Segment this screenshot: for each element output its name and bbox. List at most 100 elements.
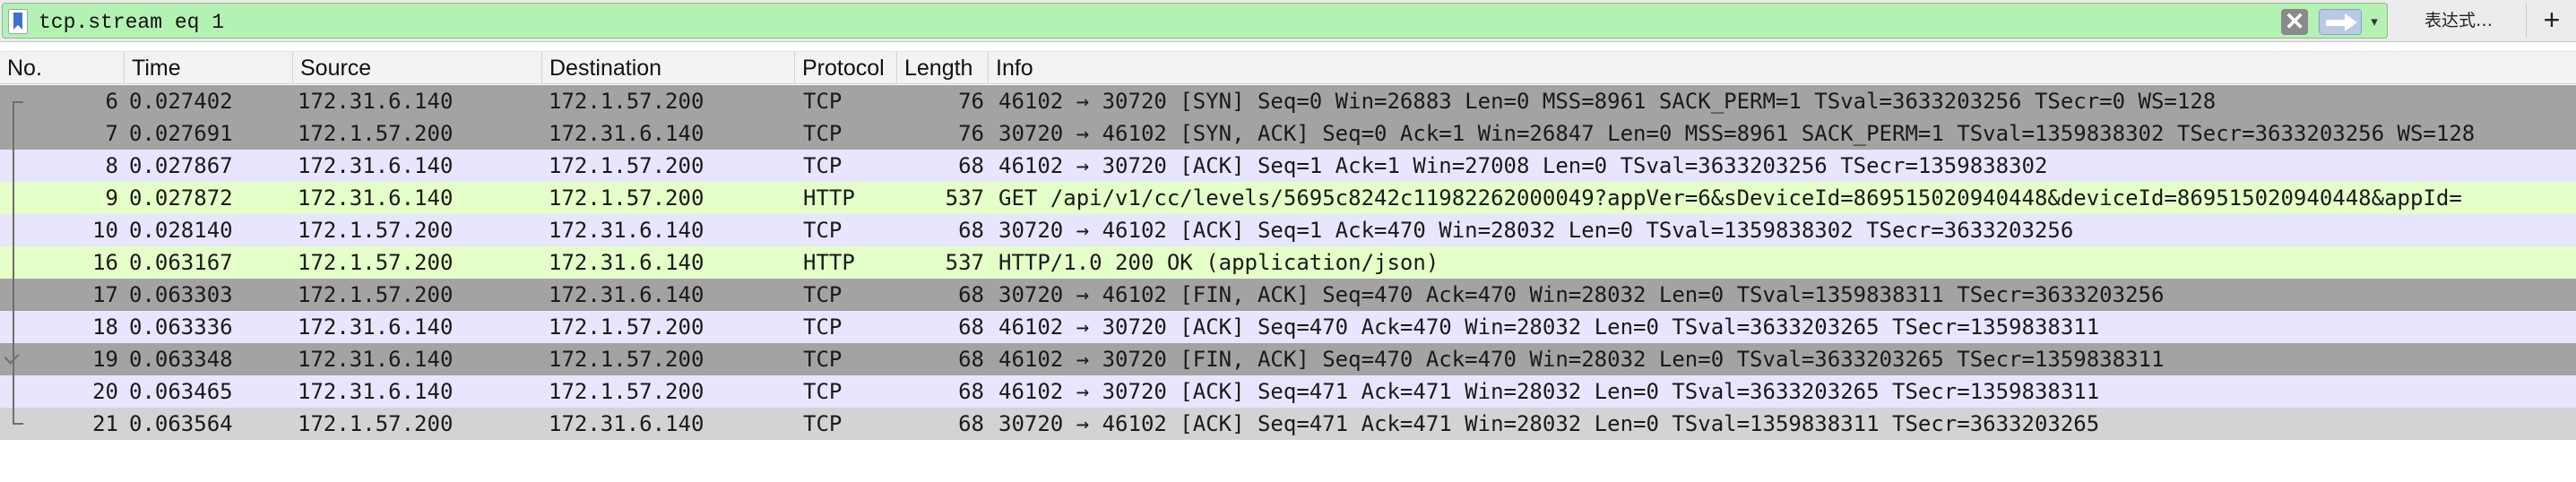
packet-time: 0.063336 — [129, 314, 233, 340]
packet-row[interactable]: 7 0.027691 172.1.57.200 172.31.6.140 TCP… — [0, 117, 2576, 150]
packet-no: 20 — [92, 379, 118, 404]
column-header-info[interactable]: Info — [988, 52, 2576, 84]
bookmark-icon — [13, 13, 22, 30]
packet-row[interactable]: 17 0.063303 172.1.57.200 172.31.6.140 TC… — [0, 279, 2576, 311]
packet-no: 9 — [105, 185, 118, 211]
packet-no: 19 — [92, 347, 118, 372]
packet-protocol: TCP — [803, 282, 843, 307]
packet-source: 172.31.6.140 — [298, 185, 454, 211]
packet-list[interactable]: 6 0.027402 172.31.6.140 172.1.57.200 TCP… — [0, 85, 2576, 440]
packet-time: 0.027402 — [129, 89, 233, 114]
packet-destination: 172.1.57.200 — [549, 153, 705, 178]
packet-info: 46102 → 30720 [ACK] Seq=471 Ack=471 Win=… — [998, 379, 2100, 404]
packet-destination: 172.31.6.140 — [549, 218, 705, 243]
packet-destination: 172.1.57.200 — [549, 314, 705, 340]
packet-length: 76 — [958, 121, 984, 146]
packet-row[interactable]: 18 0.063336 172.31.6.140 172.1.57.200 TC… — [0, 311, 2576, 343]
packet-length: 68 — [958, 314, 984, 340]
column-header-protocol[interactable]: Protocol — [794, 52, 896, 84]
packet-no: 6 — [105, 89, 118, 114]
column-header-time[interactable]: Time — [124, 52, 292, 84]
packet-info: 30720 → 46102 [ACK] Seq=471 Ack=471 Win=… — [998, 411, 2100, 436]
packet-destination: 172.1.57.200 — [549, 89, 705, 114]
packet-time: 0.027872 — [129, 185, 233, 211]
packet-protocol: HTTP — [803, 250, 855, 275]
packet-length: 68 — [958, 218, 984, 243]
packet-length: 68 — [958, 153, 984, 178]
packet-no: 7 — [105, 121, 118, 146]
packet-protocol: TCP — [803, 411, 843, 436]
packet-source: 172.1.57.200 — [298, 218, 454, 243]
packet-length: 68 — [958, 379, 984, 404]
packet-no: 8 — [105, 153, 118, 178]
packet-protocol: TCP — [803, 218, 843, 243]
packet-length: 76 — [958, 89, 984, 114]
add-filter-button[interactable]: + — [2537, 4, 2567, 35]
filter-bookmark-button[interactable] — [8, 9, 28, 34]
packet-protocol: TCP — [803, 379, 843, 404]
packet-length: 537 — [945, 250, 984, 275]
packet-length: 537 — [945, 185, 984, 211]
column-header-length[interactable]: Length — [896, 52, 988, 84]
packet-time: 0.027691 — [129, 121, 233, 146]
packet-no: 10 — [92, 218, 118, 243]
packet-time: 0.028140 — [129, 218, 233, 243]
packet-info: 46102 → 30720 [FIN, ACK] Seq=470 Ack=470… — [998, 347, 2165, 372]
packet-info: 46102 → 30720 [ACK] Seq=470 Ack=470 Win=… — [998, 314, 2100, 340]
column-header-no[interactable]: No. — [0, 52, 124, 84]
packet-no: 17 — [92, 282, 118, 307]
packet-destination: 172.1.57.200 — [549, 185, 705, 211]
packet-destination: 172.31.6.140 — [549, 250, 705, 275]
packet-info: 46102 → 30720 [SYN] Seq=0 Win=26883 Len=… — [998, 89, 2217, 114]
packet-time: 0.063348 — [129, 347, 233, 372]
display-filter-text[interactable]: tcp.stream eq 1 — [39, 11, 224, 34]
packet-row[interactable]: 19 0.063348 172.31.6.140 172.1.57.200 TC… — [0, 343, 2576, 375]
packet-source: 172.31.6.140 — [298, 89, 454, 114]
packet-time: 0.063465 — [129, 379, 233, 404]
packet-time: 0.063167 — [129, 250, 233, 275]
packet-time: 0.027867 — [129, 153, 233, 178]
packet-row[interactable]: 20 0.063465 172.31.6.140 172.1.57.200 TC… — [0, 375, 2576, 408]
packet-length: 68 — [958, 411, 984, 436]
packet-destination: 172.1.57.200 — [549, 347, 705, 372]
apply-filter-button[interactable] — [2319, 9, 2362, 35]
packet-source: 172.1.57.200 — [298, 282, 454, 307]
toolbar-divider — [2526, 4, 2527, 38]
packet-source: 172.31.6.140 — [298, 347, 454, 372]
packet-info: 30720 → 46102 [ACK] Seq=1 Ack=470 Win=28… — [998, 218, 2074, 243]
packet-source: 172.31.6.140 — [298, 379, 454, 404]
packet-no: 21 — [92, 411, 118, 436]
packet-protocol: TCP — [803, 153, 843, 178]
clear-filter-button[interactable]: ✕ — [2281, 9, 2308, 35]
packet-list-header: No. Time Source Destination Protocol Len… — [0, 51, 2576, 84]
arrow-right-icon-head — [2345, 13, 2357, 31]
packet-source: 172.31.6.140 — [298, 314, 454, 340]
packet-source: 172.1.57.200 — [298, 121, 454, 146]
packet-source: 172.1.57.200 — [298, 411, 454, 436]
packet-info: 30720 → 46102 [SYN, ACK] Seq=0 Ack=1 Win… — [998, 121, 2476, 146]
packet-info: 30720 → 46102 [FIN, ACK] Seq=470 Ack=470… — [998, 282, 2165, 307]
packet-protocol: HTTP — [803, 185, 855, 211]
packet-row[interactable]: 8 0.027867 172.31.6.140 172.1.57.200 TCP… — [0, 150, 2576, 182]
packet-time: 0.063564 — [129, 411, 233, 436]
packet-destination: 172.31.6.140 — [549, 282, 705, 307]
chevron-down-icon: ▾ — [2371, 14, 2378, 30]
packet-protocol: TCP — [803, 314, 843, 340]
packet-row[interactable]: 16 0.063167 172.1.57.200 172.31.6.140 HT… — [0, 246, 2576, 279]
filter-history-dropdown[interactable]: ▾ — [2365, 15, 2383, 30]
column-header-destination[interactable]: Destination — [541, 52, 794, 84]
packet-row[interactable]: 6 0.027402 172.31.6.140 172.1.57.200 TCP… — [0, 85, 2576, 117]
display-filter-input[interactable]: tcp.stream eq 1 ✕ ▾ — [2, 3, 2388, 39]
packet-info: HTTP/1.0 200 OK (application/json) — [998, 250, 1439, 275]
packet-no: 16 — [92, 250, 118, 275]
expression-button[interactable]: 表达式… — [2400, 7, 2517, 34]
packet-destination: 172.1.57.200 — [549, 379, 705, 404]
close-icon: ✕ — [2284, 8, 2305, 35]
packet-row[interactable]: 9 0.027872 172.31.6.140 172.1.57.200 HTT… — [0, 182, 2576, 214]
column-header-source[interactable]: Source — [292, 52, 541, 84]
packet-info: GET /api/v1/cc/levels/5695c8242c11982262… — [998, 185, 2462, 211]
packet-row[interactable]: 21 0.063564 172.1.57.200 172.31.6.140 TC… — [0, 408, 2576, 440]
packet-row[interactable]: 10 0.028140 172.1.57.200 172.31.6.140 TC… — [0, 214, 2576, 246]
display-filter-toolbar: tcp.stream eq 1 ✕ ▾ 表达式… + — [0, 0, 2576, 42]
packet-protocol: TCP — [803, 121, 843, 146]
